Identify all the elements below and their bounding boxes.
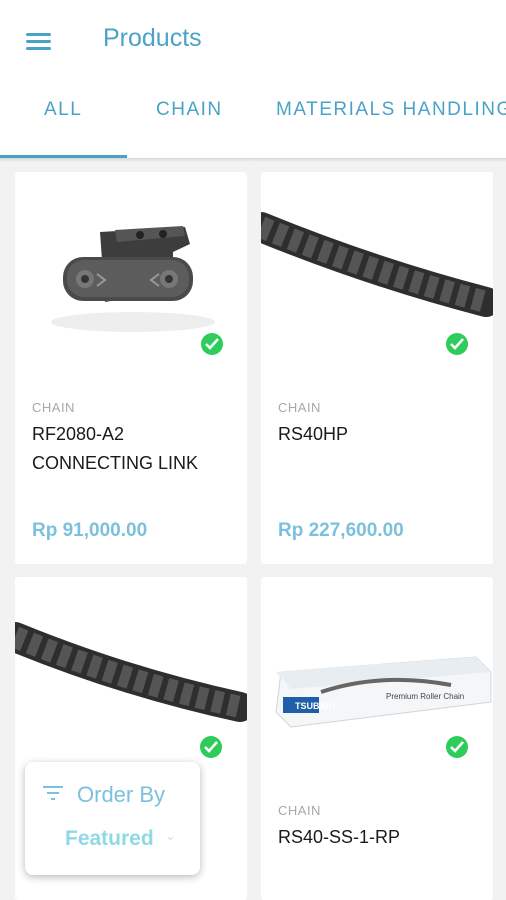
product-category: CHAIN bbox=[278, 803, 321, 818]
tabs-divider bbox=[0, 158, 506, 162]
product-name: RF2080-A2 bbox=[32, 424, 125, 444]
product-price: Rp 91,000.00 bbox=[32, 520, 148, 541]
category-tabs: ALL CHAIN MATERIALS HANDLING bbox=[0, 78, 506, 158]
order-by-label: Order By bbox=[77, 782, 166, 807]
chevron-down-icon: ⌄ bbox=[165, 828, 176, 843]
order-by-value[interactable]: Featured bbox=[65, 827, 154, 851]
available-check-icon bbox=[200, 736, 222, 758]
product-price: Rp 227,600.00 bbox=[278, 520, 404, 541]
available-check-icon bbox=[446, 736, 468, 758]
product-name: RS40-SS-1-RP bbox=[278, 827, 401, 847]
product-name: RS40HP bbox=[278, 424, 349, 444]
available-check-icon bbox=[446, 333, 468, 355]
tab-chain[interactable]: CHAIN bbox=[156, 78, 223, 158]
product-category: CHAIN bbox=[32, 400, 75, 415]
box-caption: Premium Roller Chain bbox=[386, 692, 464, 701]
tab-all[interactable]: ALL bbox=[44, 78, 82, 158]
product-name-line2: CONNECTING LINK bbox=[32, 453, 199, 473]
tab-materials-handling[interactable]: MATERIALS HANDLING bbox=[276, 78, 506, 158]
box-brand-logo: TSUBAKI bbox=[295, 701, 335, 711]
menu-icon[interactable] bbox=[22, 28, 56, 54]
product-card[interactable]: CHAIN RS40HP Rp 227,600.00 bbox=[261, 172, 493, 564]
available-check-icon bbox=[201, 333, 223, 355]
page-title: Products bbox=[103, 24, 202, 52]
filter-icon bbox=[43, 786, 63, 800]
product-card[interactable]: CHAIN RF2080-A2 CONNECTING LINK Rp 91,00… bbox=[15, 172, 247, 564]
product-category: CHAIN bbox=[278, 400, 321, 415]
product-card[interactable]: TSUBAKI Premium Roller Chain CHAIN RS40-… bbox=[261, 577, 493, 900]
app-bar: Products bbox=[0, 0, 506, 78]
order-by-dropdown[interactable]: Order By Featured ⌄ bbox=[25, 762, 200, 875]
